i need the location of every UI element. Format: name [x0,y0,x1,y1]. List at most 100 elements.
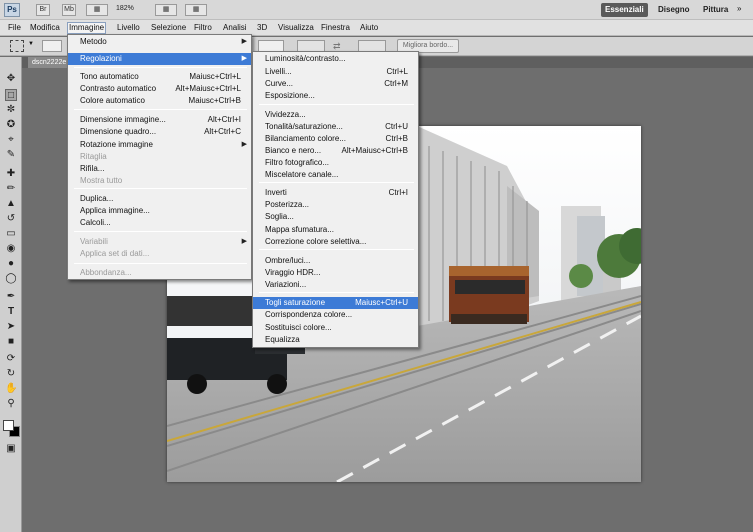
blur-tool-icon[interactable]: ● [5,258,17,270]
menu-item-contrasto-automatico[interactable]: Contrasto automatico Alt+Maiusc+Ctrl+L [68,83,251,95]
menu-item-viraggio-hdr[interactable]: Viraggio HDR... [253,267,418,279]
menu-item-esposizione[interactable]: Esposizione... [253,90,418,102]
dodge-tool-icon[interactable]: ◯ [5,273,17,285]
foreground-color-swatch[interactable] [3,420,14,431]
menu-modifica[interactable]: Modifica [29,22,61,34]
menu-item-label: Colore automatico [80,96,145,105]
menu-item-dimensione-immagine[interactable]: Dimensione immagine... Alt+Ctrl+I [68,114,251,126]
3d-rotate-tool-icon[interactable]: ⟳ [5,353,17,365]
path-selection-tool-icon[interactable]: ➤ [5,321,17,333]
arrange-documents-icon[interactable]: ▦ [185,4,207,16]
rectangle-tool-icon[interactable]: ■ [5,336,17,348]
menu-item-label: Dimensione quadro... [80,127,157,136]
menu-visualizza[interactable]: Visualizza [277,22,315,34]
workspace-pittura[interactable]: Pittura [699,3,732,17]
menu-item-rifila[interactable]: Rifila... [68,163,251,175]
menu-item-ombre-luci[interactable]: Ombre/luci... [253,255,418,267]
menu-item-bilanciamento-colore[interactable]: Bilanciamento colore... Ctrl+B [253,133,418,145]
quick-mask-icon[interactable]: ▣ [5,443,17,455]
menu-separator [74,231,247,232]
menu-item-shortcut: Alt+Ctrl+I [207,115,241,124]
paint-bucket-tool-icon[interactable]: ◉ [5,243,17,255]
menu-item-colore-automatico[interactable]: Colore automatico Maiusc+Ctrl+B [68,95,251,107]
hand-zoom-tools-icon[interactable]: ▦ [86,4,108,16]
menu-item-corrispondenza-colore[interactable]: Corrispondenza colore... [253,309,418,321]
menu-item-label: Correzione colore selettiva... [265,237,367,246]
menu-separator [74,67,247,68]
type-tool-icon[interactable]: T [5,306,17,318]
submenu-arrow-icon: ▶ [241,38,247,45]
menu-item-vividezza[interactable]: Vividezza... [253,109,418,121]
menu-item-sostituisci-colore[interactable]: Sostituisci colore... [253,322,418,334]
menu-item-applica-immagine[interactable]: Applica immagine... [68,205,251,217]
menu-item-label: Miscelatore canale... [265,170,339,179]
history-brush-tool-icon[interactable]: ↺ [5,213,17,225]
menu-item-soglia[interactable]: Soglia... [253,211,418,223]
menu-item-label: Ritaglia [80,152,107,161]
menu-item-mappa-sfumatura[interactable]: Mappa sfumatura... [253,224,418,236]
zoom-level[interactable]: 182% [116,5,134,12]
menu-item-duplica[interactable]: Duplica... [68,193,251,205]
selection-mode-icon[interactable] [42,40,62,52]
menu-separator [259,249,414,250]
menu-item-label: Variabili [80,237,108,246]
menu-livello[interactable]: Livello [116,22,141,34]
menu-filtro[interactable]: Filtro [193,22,213,34]
eraser-tool-icon[interactable]: ▭ [5,228,17,240]
brush-tool-icon[interactable]: ✏ [5,183,17,195]
menu-item-curve[interactable]: Curve... Ctrl+M [253,78,418,90]
menu-3d[interactable]: 3D [256,22,268,34]
more-workspaces-icon[interactable]: » [737,4,741,13]
lasso-tool-icon[interactable]: ✼ [5,104,17,116]
menu-item-equalizza[interactable]: Equalizza [253,334,418,346]
eyedropper-tool-icon[interactable]: ✎ [5,149,17,161]
menu-aiuto[interactable]: Aiuto [359,22,379,34]
menu-item-tono-automatico[interactable]: Tono automatico Maiusc+Ctrl+L [68,71,251,83]
menu-item-label: Corrispondenza colore... [265,310,353,319]
move-tool-icon[interactable]: ✥ [5,73,17,85]
menu-item-miscelatore-canale[interactable]: Miscelatore canale... [253,169,418,181]
menu-item-label: Regolazioni [80,54,122,63]
bridge-button[interactable]: Br [36,4,50,16]
menu-item-livelli[interactable]: Livelli... Ctrl+L [253,66,418,78]
menu-item-metodo[interactable]: Metodo ▶ [68,36,251,48]
menu-item-shortcut: Ctrl+U [385,122,408,131]
crop-tool-icon[interactable]: ⌖ [5,134,17,146]
menu-analisi[interactable]: Analisi [222,22,248,34]
menu-item-label: Applica immagine... [80,206,150,215]
menu-item-posterizza[interactable]: Posterizza... [253,199,418,211]
menu-item-dimensione-quadro[interactable]: Dimensione quadro... Alt+Ctrl+C [68,126,251,138]
workspace-disegno[interactable]: Disegno [654,3,694,17]
menu-item-bianco-e-nero[interactable]: Bianco e nero... Alt+Maiusc+Ctrl+B [253,145,418,157]
menu-immagine[interactable]: Immagine [67,22,107,34]
menu-item-shortcut: Ctrl+L [386,67,408,76]
menu-item-inverti[interactable]: Inverti Ctrl+I [253,187,418,199]
menu-item-regolazioni[interactable]: Regolazioni ▶ [68,53,251,65]
chevron-down-icon[interactable]: ▼ [28,41,34,47]
workspace-essenziali[interactable]: Essenziali [601,3,648,17]
menu-item-tonalita-saturazione[interactable]: Tonalità/saturazione... Ctrl+U [253,121,418,133]
quick-selection-tool-icon[interactable]: ✪ [5,119,17,131]
menu-item-luminosita-contrasto[interactable]: Luminosità/contrasto... [253,53,418,65]
menu-finestra[interactable]: Finestra [320,22,351,34]
clone-stamp-tool-icon[interactable]: ▲ [5,198,17,210]
menu-item-applica-set-di-dati: Applica set di dati... [68,248,251,260]
menu-item-correzione-colore-selettiva[interactable]: Correzione colore selettiva... [253,236,418,248]
menu-item-togli-saturazione[interactable]: Togli saturazione Maiusc+Ctrl+U [253,297,418,309]
minibridge-button[interactable]: Mb [62,4,76,16]
marquee-tool-preset-icon[interactable] [10,40,24,52]
pen-tool-icon[interactable]: ✒ [5,291,17,303]
menu-item-variazioni[interactable]: Variazioni... [253,279,418,291]
healing-brush-tool-icon[interactable]: ✚ [5,168,17,180]
menu-item-filtro-fotografico[interactable]: Filtro fotografico... [253,157,418,169]
menu-file[interactable]: File [7,22,22,34]
view-extras-icon[interactable]: ▦ [155,4,177,16]
3d-orbit-tool-icon[interactable]: ↻ [5,368,17,380]
menu-item-calcoli[interactable]: Calcoli... [68,217,251,229]
menu-selezione[interactable]: Selezione [150,22,187,34]
hand-tool-icon[interactable]: ✋ [5,383,17,395]
menu-item-rotazione-immagine[interactable]: Rotazione immagine ▶ [68,139,251,151]
zoom-tool-icon[interactable]: ⚲ [5,398,17,410]
marquee-tool-icon[interactable]: □ [5,89,17,101]
menu-separator [259,292,414,293]
